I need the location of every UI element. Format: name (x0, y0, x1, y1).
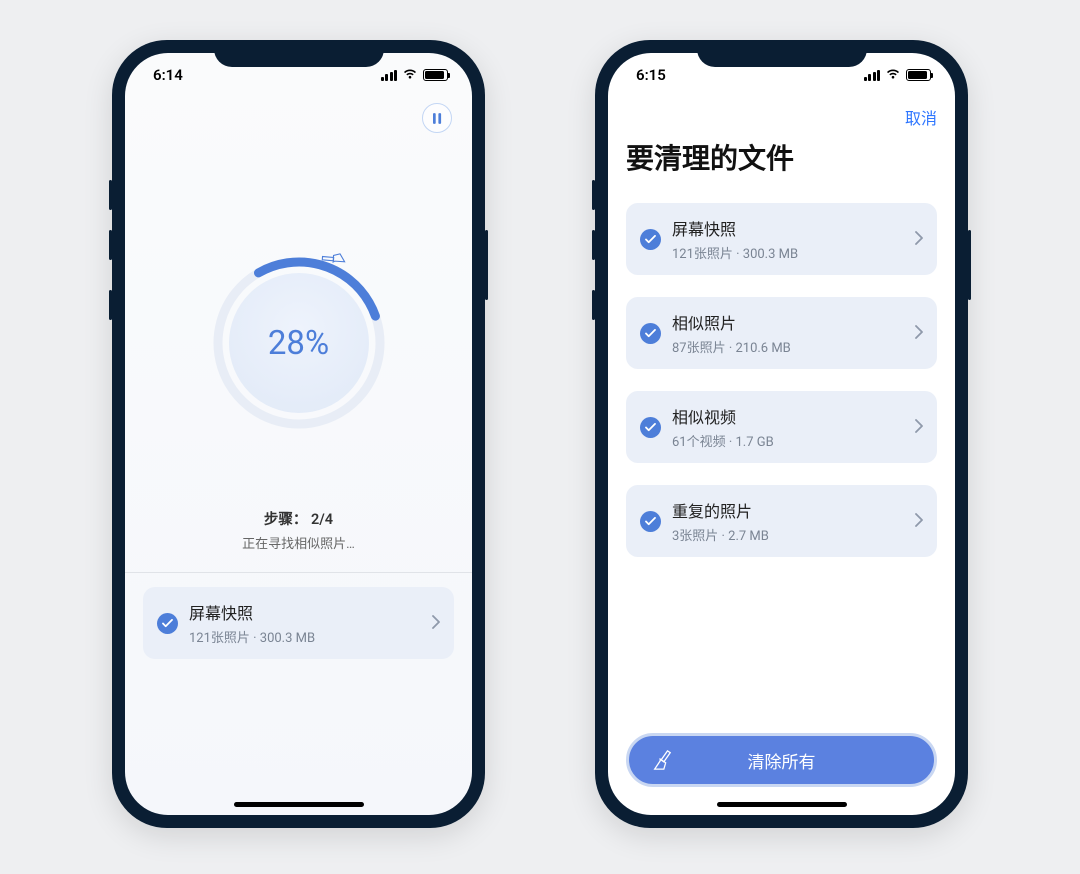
row-title: 相似视频 (672, 404, 904, 428)
checkmark-icon (640, 229, 661, 250)
wifi-icon (885, 66, 901, 84)
list-item-similar-videos[interactable]: 相似视频 61个视频 · 1.7 GB (626, 391, 937, 463)
status-icons (381, 66, 449, 84)
row-title: 重复的照片 (672, 498, 904, 522)
row-subtitle: 87张照片 · 210.6 MB (672, 337, 904, 356)
status-icons (864, 66, 932, 84)
row-title: 屏幕快照 (189, 600, 421, 624)
screen-results: 6:15 取消 要清理的文件 屏幕快照 121张照片 · 300.3 (608, 53, 955, 815)
clear-all-button[interactable]: 清除所有 (626, 733, 937, 787)
steps-label: 步骤： 2/4 (264, 508, 333, 529)
phone-frame-right: 6:15 取消 要清理的文件 屏幕快照 121张照片 · 300.3 (595, 40, 968, 828)
list-item-similar-photos[interactable]: 相似照片 87张照片 · 210.6 MB (626, 297, 937, 369)
page-title: 要清理的文件 (626, 137, 937, 177)
notch (697, 40, 867, 67)
result-row-screenshots[interactable]: 屏幕快照 121张照片 · 300.3 MB (143, 587, 454, 659)
chevron-right-icon (915, 512, 923, 531)
wifi-icon (402, 66, 418, 84)
home-indicator (717, 802, 847, 807)
chevron-right-icon (915, 418, 923, 437)
checkmark-icon (640, 511, 661, 532)
row-subtitle: 3张照片 · 2.7 MB (672, 525, 904, 544)
screen-scanning: 6:14 28% (125, 53, 472, 815)
cancel-button[interactable]: 取消 (905, 105, 937, 129)
checkmark-icon (640, 323, 661, 344)
row-title: 相似照片 (672, 310, 904, 334)
status-time: 6:14 (153, 66, 183, 84)
list-item-screenshots[interactable]: 屏幕快照 121张照片 · 300.3 MB (626, 203, 937, 275)
row-subtitle: 121张照片 · 300.3 MB (672, 243, 904, 262)
phone-frame-left: 6:14 28% (112, 40, 485, 828)
chevron-right-icon (915, 324, 923, 343)
battery-icon (906, 69, 931, 81)
battery-icon (423, 69, 448, 81)
progress-percent: 28% (229, 273, 369, 413)
broom-icon (322, 249, 344, 271)
broom-icon (651, 749, 673, 771)
cellular-icon (381, 70, 398, 81)
chevron-right-icon (432, 614, 440, 633)
primary-button-label: 清除所有 (748, 748, 816, 773)
cellular-icon (864, 70, 881, 81)
list-item-duplicate-photos[interactable]: 重复的照片 3张照片 · 2.7 MB (626, 485, 937, 557)
notch (214, 40, 384, 67)
checkmark-icon (157, 613, 178, 634)
divider (125, 572, 472, 573)
chevron-right-icon (915, 230, 923, 249)
checkmark-icon (640, 417, 661, 438)
row-subtitle: 61个视频 · 1.7 GB (672, 431, 904, 450)
steps-detail: 正在寻找相似照片… (242, 533, 355, 552)
cleanup-list: 屏幕快照 121张照片 · 300.3 MB 相似照片 87张照片 · 210.… (626, 203, 937, 567)
scan-progress: 28% 步骤： 2/4 正在寻找相似照片… (143, 253, 454, 552)
row-subtitle: 121张照片 · 300.3 MB (189, 627, 421, 646)
home-indicator (234, 802, 364, 807)
row-title: 屏幕快照 (672, 216, 904, 240)
status-time: 6:15 (636, 66, 666, 84)
pause-button[interactable] (422, 103, 452, 133)
